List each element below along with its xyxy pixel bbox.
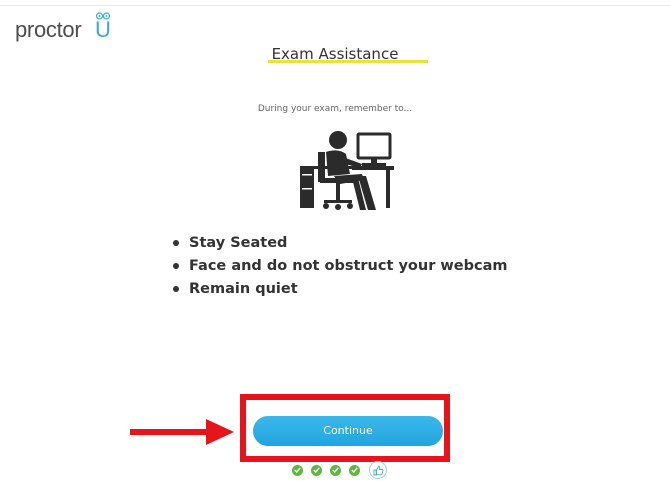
exam-rules-list: Stay Seated Face and do not obstruct you… — [173, 232, 508, 301]
continue-button[interactable]: Continue — [253, 416, 443, 446]
step-current-thumbs-up-icon — [369, 461, 387, 479]
exam-assistance-page: proctor U Exam Assistance During your ex… — [0, 0, 670, 481]
rule-label: Face and do not obstruct your webcam — [189, 258, 508, 274]
top-divider — [0, 5, 670, 6]
bullet-icon — [173, 240, 179, 246]
rule-remain-quiet: Remain quiet — [173, 278, 508, 301]
step-complete-check-icon — [292, 464, 303, 476]
logo-text: proctor — [15, 17, 82, 42]
rule-face-webcam: Face and do not obstruct your webcam — [173, 255, 508, 278]
title-underline — [268, 60, 428, 63]
step-complete-check-icon — [311, 464, 322, 476]
step-complete-check-icon — [330, 464, 341, 476]
annotation-arrow-icon — [130, 419, 234, 445]
instructions-subtitle: During your exam, remember to... — [257, 104, 413, 114]
rule-label: Remain quiet — [189, 281, 298, 297]
logo-u-letter: U — [95, 17, 111, 42]
owl-eyes-icon — [96, 12, 110, 20]
progress-steps — [292, 460, 387, 480]
person-seated-at-desk-icon — [300, 131, 394, 210]
bullet-icon — [173, 263, 179, 269]
bullet-icon — [173, 286, 179, 292]
rule-stay-seated: Stay Seated — [173, 232, 508, 255]
step-complete-check-icon — [349, 464, 360, 476]
rule-label: Stay Seated — [189, 235, 288, 251]
